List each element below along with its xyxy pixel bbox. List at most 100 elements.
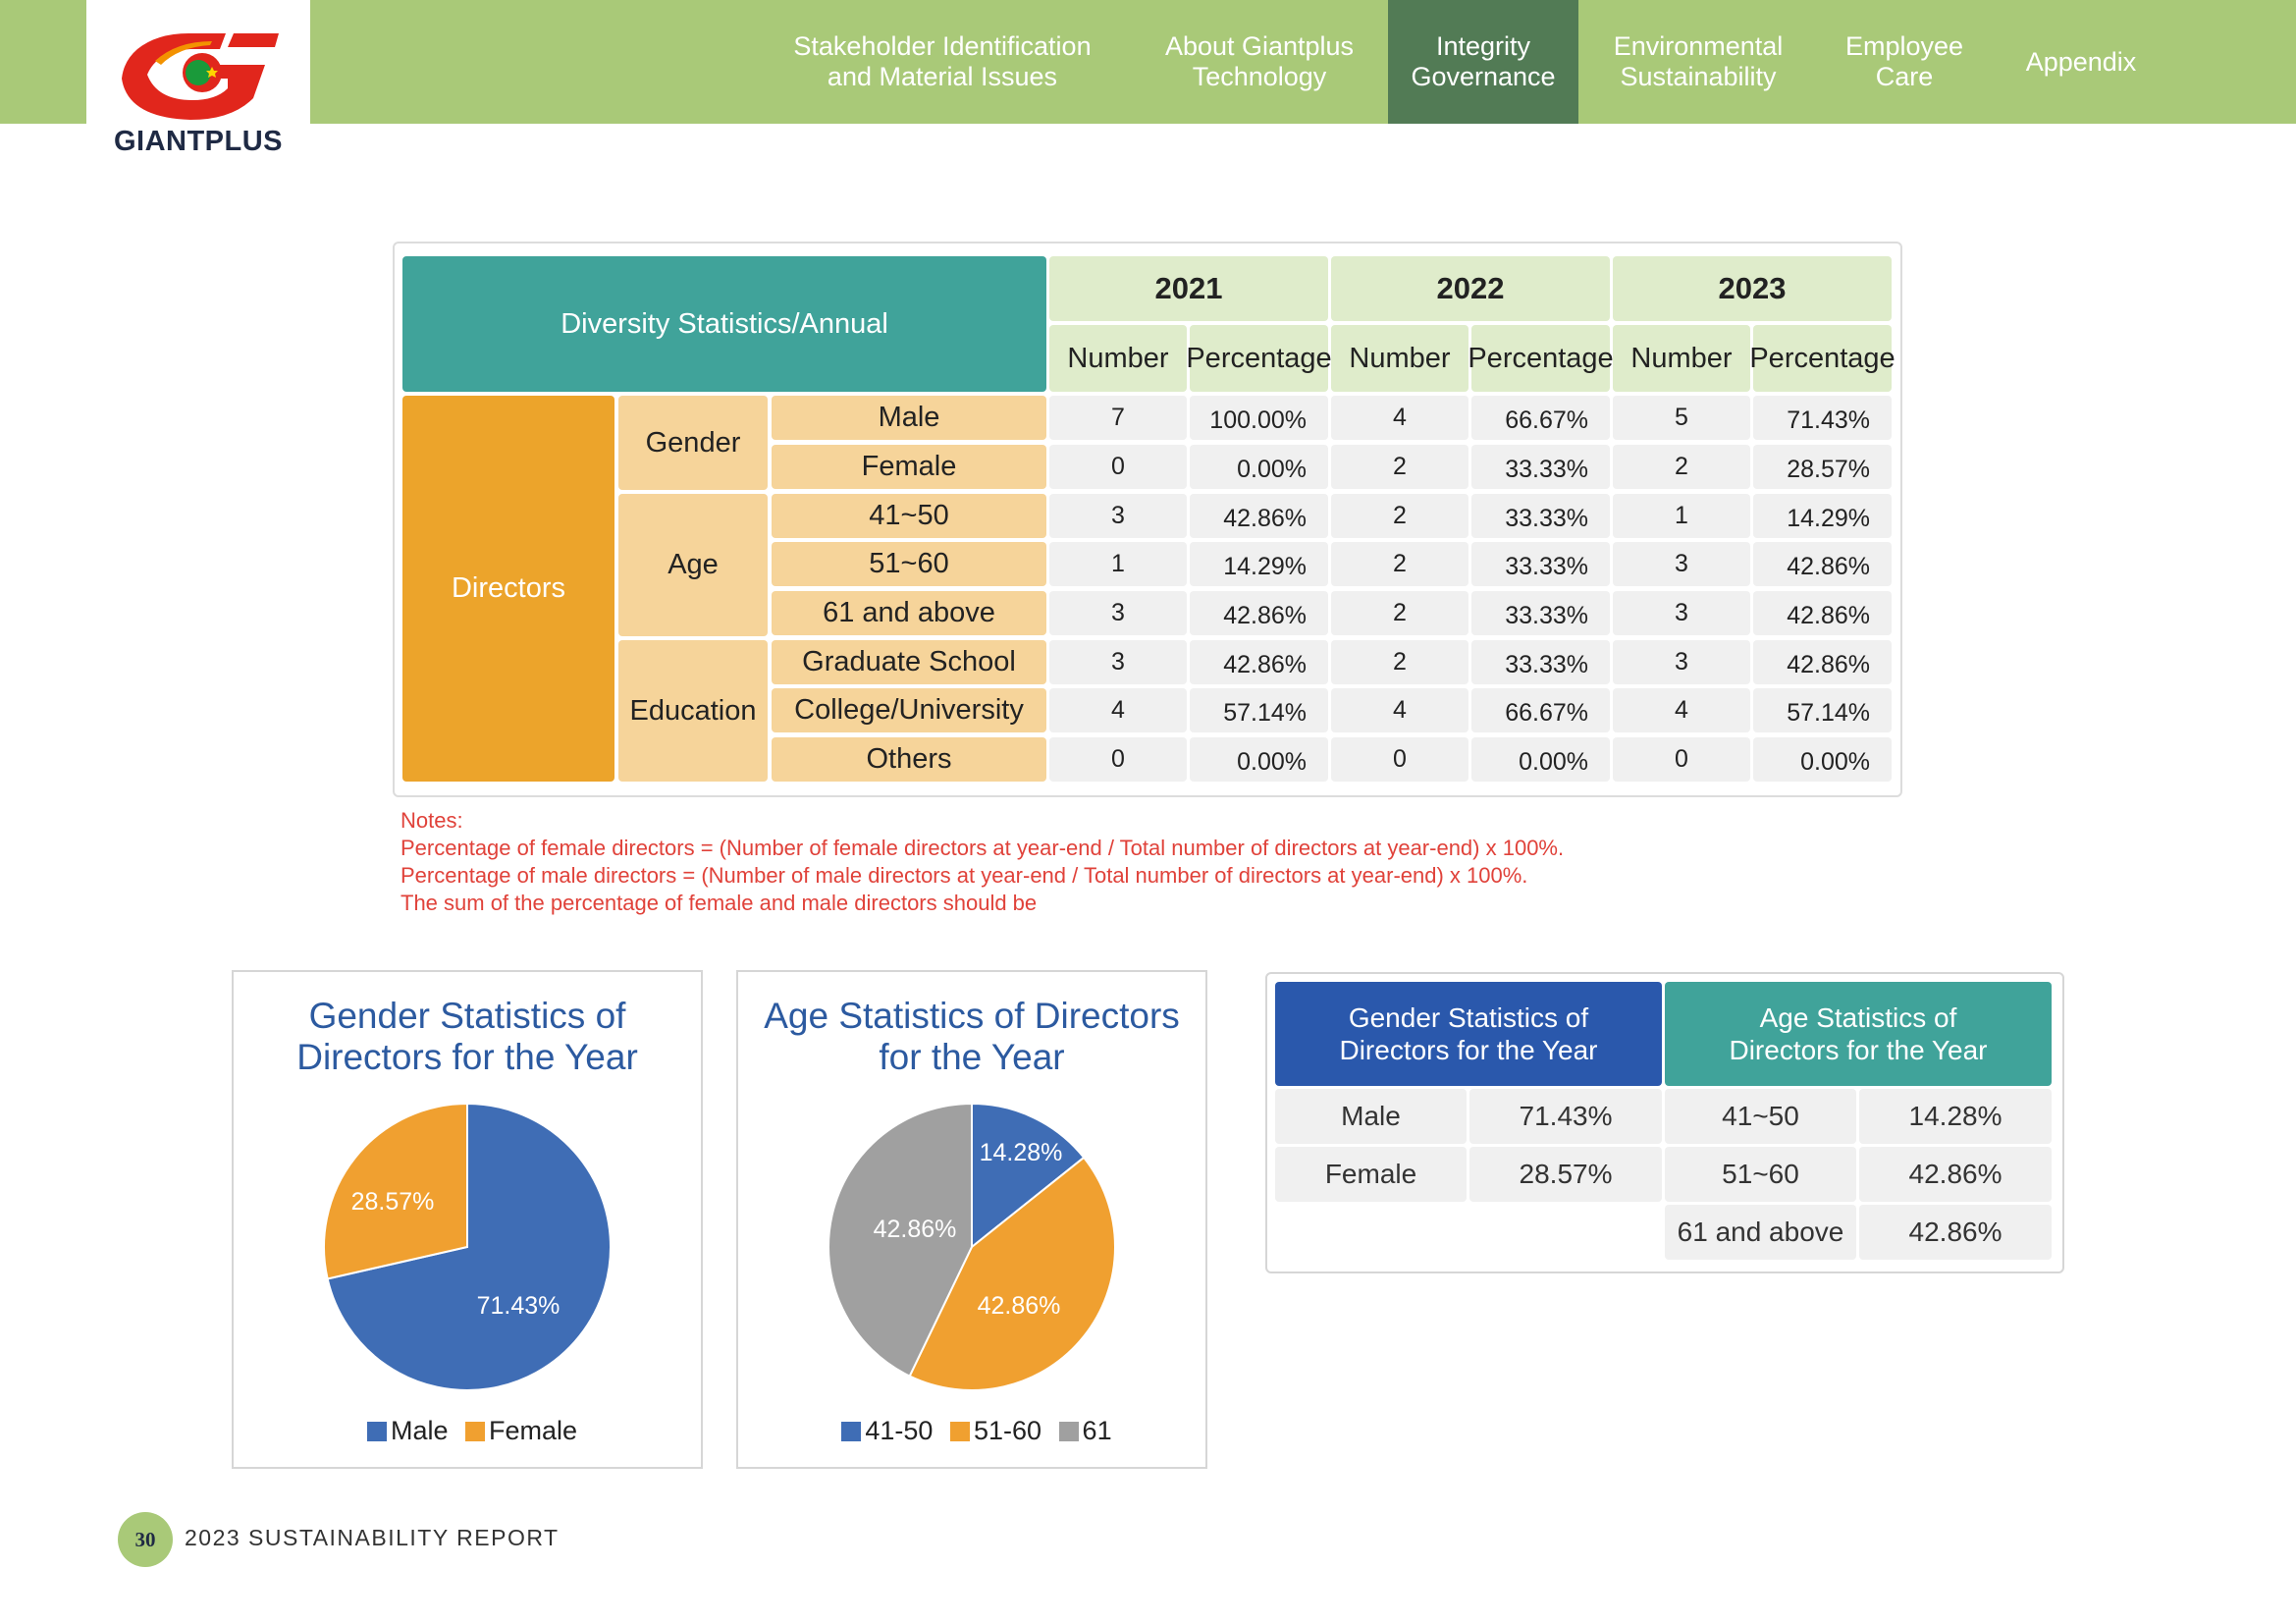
number-cell: 2 bbox=[1331, 640, 1468, 684]
number-cell: 3 bbox=[1613, 640, 1750, 684]
percentage-cell: 33.33% bbox=[1471, 640, 1610, 684]
year-header-2021: 2021 bbox=[1049, 256, 1328, 321]
summary-age-value: 42.86% bbox=[1859, 1147, 2052, 1202]
number-cell: 0 bbox=[1049, 737, 1187, 782]
col-number: Number bbox=[1331, 325, 1468, 392]
giantplus-logo-icon bbox=[122, 33, 279, 120]
percentage-cell: 14.29% bbox=[1190, 542, 1328, 586]
percentage-cell: 0.00% bbox=[1190, 445, 1328, 489]
summary-age-value: 14.28% bbox=[1859, 1089, 2052, 1144]
age-chart-card: Age Statistics of Directors for the Year… bbox=[736, 970, 1207, 1469]
percentage-cell: 42.86% bbox=[1190, 591, 1328, 635]
number-cell: 2 bbox=[1331, 494, 1468, 538]
note-male-formula: Percentage of male directors = (Number o… bbox=[400, 863, 1528, 888]
col-number: Number bbox=[1613, 325, 1750, 392]
pie-data-label: 42.86% bbox=[874, 1216, 957, 1243]
note-female-formula: Percentage of female directors = (Number… bbox=[400, 836, 1565, 860]
summary-age-label: 51~60 bbox=[1665, 1147, 1856, 1202]
summary-age-label: 41~50 bbox=[1665, 1089, 1856, 1144]
row-label: Others bbox=[772, 737, 1046, 782]
note-sum: The sum of the percentage of female and … bbox=[400, 891, 1038, 915]
number-cell: 0 bbox=[1613, 737, 1750, 782]
percentage-cell: 66.67% bbox=[1471, 396, 1610, 440]
legend-swatch-51-60 bbox=[949, 1422, 970, 1441]
legend-label-41-50: 41-50 bbox=[865, 1416, 934, 1445]
logo-wordmark: GIANTPLUS bbox=[113, 126, 284, 157]
summary-gender-header: Gender Statistics of Directors for the Y… bbox=[1275, 982, 1662, 1086]
summary-age-label: 61 and above bbox=[1665, 1205, 1856, 1260]
number-cell: 5 bbox=[1613, 396, 1750, 440]
legend-swatch-male bbox=[366, 1422, 387, 1441]
number-cell: 4 bbox=[1049, 688, 1187, 732]
legend-label-61: 61 bbox=[1082, 1416, 1112, 1445]
number-cell: 1 bbox=[1049, 542, 1187, 586]
summary-gender-value: 28.57% bbox=[1469, 1147, 1662, 1202]
percentage-cell: 42.86% bbox=[1753, 591, 1892, 635]
percentage-cell: 42.86% bbox=[1190, 494, 1328, 538]
pie-data-label: 14.28% bbox=[980, 1139, 1063, 1166]
year-header-2022: 2022 bbox=[1331, 256, 1610, 321]
category-gender: Gender bbox=[618, 396, 768, 490]
percentage-cell: 71.43% bbox=[1753, 396, 1892, 440]
percentage-cell: 33.33% bbox=[1471, 494, 1610, 538]
percentage-cell: 42.86% bbox=[1753, 542, 1892, 586]
col-percentage: Percentage bbox=[1749, 325, 1896, 392]
year-header-2023: 2023 bbox=[1613, 256, 1892, 321]
age-pie-chart: 14.28% 42.86% 42.86% bbox=[828, 1102, 1116, 1391]
pie-data-label: 71.43% bbox=[477, 1292, 561, 1320]
summary-age-header: Age Statistics of Directors for the Year bbox=[1665, 982, 2052, 1086]
row-label: Male bbox=[772, 396, 1046, 440]
row-label: Female bbox=[772, 445, 1046, 489]
notes-heading: Notes: bbox=[400, 808, 463, 833]
number-cell: 2 bbox=[1331, 542, 1468, 586]
summary-gender-label: Female bbox=[1275, 1147, 1467, 1202]
nav-tab-about[interactable]: About Giantplus Technology bbox=[1129, 0, 1390, 124]
percentage-cell: 33.33% bbox=[1471, 591, 1610, 635]
pie-data-label: 42.86% bbox=[978, 1292, 1061, 1320]
nav-tab-integrity-governance[interactable]: Integrity Governance bbox=[1388, 0, 1578, 124]
nav-tab-stakeholder[interactable]: Stakeholder Identification and Material … bbox=[775, 0, 1109, 124]
row-label: 61 and above bbox=[772, 591, 1046, 635]
number-cell: 2 bbox=[1331, 445, 1468, 489]
percentage-cell: 0.00% bbox=[1190, 737, 1328, 782]
summary-gender-label: Male bbox=[1275, 1089, 1467, 1144]
gender-chart-card: Gender Statistics of Directors for the Y… bbox=[232, 970, 703, 1469]
legend-swatch-female bbox=[465, 1422, 485, 1441]
number-cell: 1 bbox=[1613, 494, 1750, 538]
number-cell: 0 bbox=[1049, 445, 1187, 489]
page-number: 30 bbox=[118, 1512, 173, 1567]
gender-chart-title: Gender Statistics of Directors for the Y… bbox=[296, 996, 638, 1077]
category-age: Age bbox=[618, 494, 768, 636]
percentage-cell: 0.00% bbox=[1753, 737, 1892, 782]
number-cell: 3 bbox=[1613, 591, 1750, 635]
legend-swatch-41-50 bbox=[841, 1422, 862, 1441]
number-cell: 3 bbox=[1049, 591, 1187, 635]
gender-chart-legend: Male Female bbox=[234, 1416, 701, 1446]
nav-tab-environmental[interactable]: Environmental Sustainability bbox=[1590, 0, 1806, 124]
table-title: Diversity Statistics/Annual bbox=[402, 256, 1046, 392]
number-cell: 0 bbox=[1331, 737, 1468, 782]
col-number: Number bbox=[1049, 325, 1187, 392]
percentage-cell: 42.86% bbox=[1190, 640, 1328, 684]
table-notes: Notes: Percentage of female directors = … bbox=[400, 807, 1564, 917]
row-label: College/University bbox=[772, 688, 1046, 732]
category-education: Education bbox=[618, 640, 768, 782]
number-cell: 3 bbox=[1049, 640, 1187, 684]
nav-tab-appendix[interactable]: Appendix bbox=[2002, 0, 2160, 124]
number-cell: 3 bbox=[1049, 494, 1187, 538]
col-percentage: Percentage bbox=[1468, 325, 1614, 392]
age-chart-title: Age Statistics of Directors for the Year bbox=[764, 996, 1180, 1077]
percentage-cell: 100.00% bbox=[1190, 396, 1328, 440]
summary-age-value: 42.86% bbox=[1859, 1205, 2052, 1260]
number-cell: 2 bbox=[1331, 591, 1468, 635]
number-cell: 4 bbox=[1613, 688, 1750, 732]
percentage-cell: 57.14% bbox=[1753, 688, 1892, 732]
legend-swatch-61 bbox=[1058, 1422, 1079, 1441]
col-percentage: Percentage bbox=[1186, 325, 1332, 392]
legend-label-female: Female bbox=[489, 1416, 578, 1445]
percentage-cell: 28.57% bbox=[1753, 445, 1892, 489]
percentage-cell: 42.86% bbox=[1753, 640, 1892, 684]
group-directors: Directors bbox=[402, 396, 614, 782]
row-label: Graduate School bbox=[772, 640, 1046, 684]
nav-tab-employee-care[interactable]: Employee Care bbox=[1826, 0, 1983, 124]
